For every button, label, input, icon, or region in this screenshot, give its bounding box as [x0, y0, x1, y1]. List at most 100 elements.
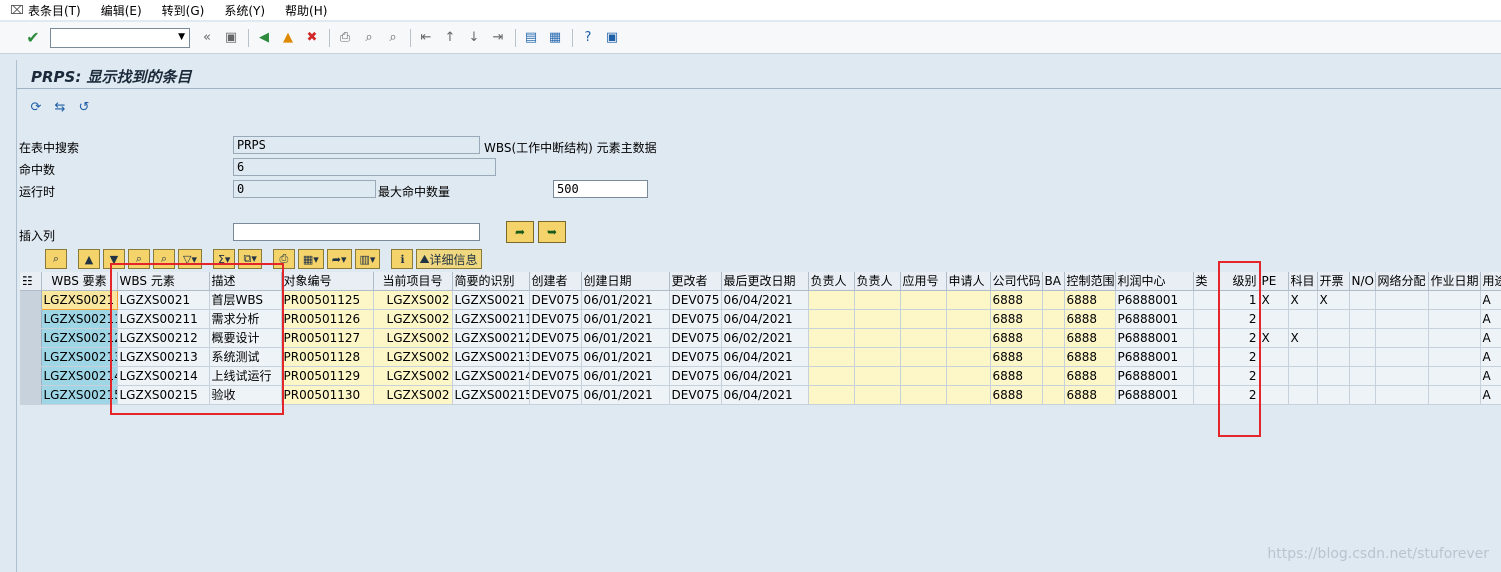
table-cell[interactable]: P6888001 [1115, 328, 1194, 348]
table-cell[interactable]: DEV075 [669, 309, 722, 329]
row-selector[interactable] [20, 347, 42, 367]
first-page-icon[interactable]: ⇤ [415, 27, 437, 49]
table-cell[interactable]: DEV075 [529, 309, 582, 329]
table-cell[interactable]: LGZXS00212 [41, 328, 118, 348]
table-cell[interactable]: PR00501127 [281, 328, 374, 348]
column-header[interactable]: 负责人 [854, 272, 901, 291]
table-cell[interactable] [808, 328, 855, 348]
table-cell[interactable]: P6888001 [1115, 366, 1194, 386]
shortcut-icon[interactable]: ▦ [544, 27, 566, 49]
command-field[interactable]: ▼ [50, 27, 190, 48]
layout-button[interactable]: ▥▾ [354, 249, 381, 269]
table-cell[interactable] [854, 366, 901, 386]
table-cell[interactable]: LGZXS00212 [452, 328, 530, 348]
table-cell[interactable]: X [1259, 290, 1289, 310]
table-cell[interactable] [1259, 385, 1289, 405]
table-cell[interactable] [946, 385, 991, 405]
table-cell[interactable]: 06/01/2021 [581, 309, 670, 329]
table-cell[interactable] [1193, 290, 1220, 310]
table-cell[interactable] [1288, 347, 1318, 367]
table-cell[interactable] [854, 347, 901, 367]
check-table-icon[interactable]: ↺ [75, 98, 93, 116]
table-cell[interactable]: 6888 [1064, 347, 1116, 367]
column-header[interactable]: 用途 [1480, 272, 1501, 291]
column-header[interactable]: 申请人 [946, 272, 991, 291]
table-cell[interactable] [900, 309, 947, 329]
table-cell[interactable] [900, 328, 947, 348]
table-cell[interactable]: LGZXS00215 [452, 385, 530, 405]
table-cell[interactable] [854, 309, 901, 329]
table-cell[interactable]: 06/04/2021 [721, 366, 809, 386]
table-cell[interactable] [1042, 309, 1065, 329]
insert-column-button[interactable]: ➦ [506, 221, 534, 243]
table-cell[interactable]: A [1480, 290, 1501, 310]
detail-info-button[interactable]: ⛰ 详细信息 [416, 249, 482, 269]
column-header[interactable]: 创建者 [529, 272, 582, 291]
table-cell[interactable]: PR00501130 [281, 385, 374, 405]
table-cell[interactable]: DEV075 [669, 290, 722, 310]
table-cell[interactable] [1288, 385, 1318, 405]
views-button[interactable]: ▦▾ [297, 249, 324, 269]
table-cell[interactable]: P6888001 [1115, 309, 1194, 329]
table-cell[interactable]: 6888 [990, 309, 1043, 329]
table-cell[interactable] [946, 290, 991, 310]
table-cell[interactable]: A [1480, 385, 1501, 405]
table-cell[interactable]: 6888 [990, 385, 1043, 405]
column-header[interactable]: 简要的识别 [452, 272, 530, 291]
menu-item-goto[interactable]: 转到(G) [162, 2, 205, 19]
table-cell[interactable]: LGZXS00215 [41, 385, 118, 405]
column-header[interactable]: 当前项目号 [373, 272, 453, 291]
new-session-icon[interactable]: ▤ [520, 27, 542, 49]
table-cell[interactable] [1428, 328, 1481, 348]
table-cell[interactable] [854, 385, 901, 405]
table-cell[interactable] [808, 366, 855, 386]
table-cell[interactable] [1375, 328, 1429, 348]
table-cell[interactable]: 06/01/2021 [581, 290, 670, 310]
table-cell[interactable] [946, 347, 991, 367]
menu-item-table-entry[interactable]: 表条目(T) [28, 2, 81, 19]
table-cell[interactable] [1042, 347, 1065, 367]
info-button[interactable]: ℹ [391, 249, 414, 269]
column-header[interactable]: N/O [1349, 272, 1376, 291]
insert-column-input[interactable] [233, 223, 480, 241]
column-header[interactable]: 作业日期 [1428, 272, 1481, 291]
column-header[interactable]: 网络分配 [1375, 272, 1429, 291]
table-cell[interactable]: 06/01/2021 [581, 385, 670, 405]
menu-item-edit[interactable]: 编辑(E) [101, 2, 142, 19]
column-header[interactable]: WBS 要素 [41, 272, 118, 291]
table-cell[interactable]: DEV075 [529, 385, 582, 405]
table-cell[interactable]: LGZXS002 [373, 328, 453, 348]
table-cell[interactable] [1317, 309, 1350, 329]
menu-icon[interactable]: ⌧ [10, 3, 28, 17]
print-icon[interactable]: ⎙ [334, 27, 356, 49]
table-cell[interactable]: DEV075 [669, 328, 722, 348]
table-cell[interactable]: X [1259, 328, 1289, 348]
table-cell[interactable]: 6888 [990, 290, 1043, 310]
table-cell[interactable] [1349, 290, 1376, 310]
table-cell[interactable]: LGZXS00211 [41, 309, 118, 329]
table-cell[interactable]: LGZXS002 [373, 347, 453, 367]
column-header[interactable]: 最后更改日期 [721, 272, 809, 291]
table-cell[interactable] [1428, 290, 1481, 310]
table-cell[interactable]: LGZXS002 [373, 366, 453, 386]
table-cell[interactable] [1317, 366, 1350, 386]
last-page-icon[interactable]: ⇥ [487, 27, 509, 49]
table-cell[interactable] [1193, 385, 1220, 405]
layout-menu-icon[interactable]: ▣ [601, 27, 623, 49]
table-cell[interactable]: 06/04/2021 [721, 290, 809, 310]
table-cell[interactable]: 06/01/2021 [581, 366, 670, 386]
table-cell[interactable] [1349, 309, 1376, 329]
column-header[interactable]: 公司代码 [990, 272, 1043, 291]
column-header[interactable]: 应用号 [900, 272, 947, 291]
collapse-icon[interactable]: « [196, 27, 218, 49]
settings-icon[interactable]: ⇆ [51, 98, 69, 116]
help-icon[interactable]: ? [577, 27, 599, 49]
table-cell[interactable]: DEV075 [669, 366, 722, 386]
column-header[interactable]: 创建日期 [581, 272, 670, 291]
table-cell[interactable]: LGZXS00211 [452, 309, 530, 329]
row-selector[interactable] [20, 385, 42, 405]
table-cell[interactable] [1042, 290, 1065, 310]
table-cell[interactable]: A [1480, 366, 1501, 386]
row-selector[interactable] [20, 290, 42, 310]
table-cell[interactable]: P6888001 [1115, 290, 1194, 310]
